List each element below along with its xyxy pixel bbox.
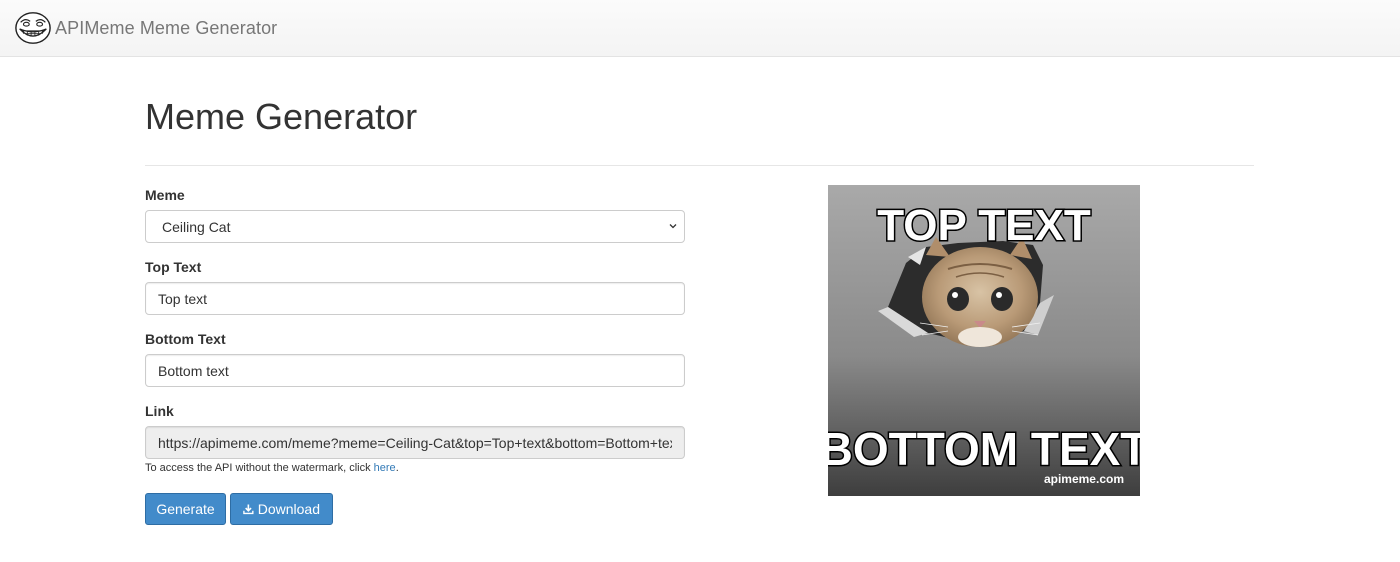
help-here-link[interactable]: here	[374, 462, 396, 474]
download-button[interactable]: Download	[230, 493, 333, 525]
navbar: APIMeme Meme Generator	[0, 0, 1400, 57]
top-text-input[interactable]	[145, 282, 685, 315]
meme-watermark: apimeme.com	[1044, 472, 1124, 486]
meme-top-caption: TOP TEXT	[877, 201, 1091, 250]
generate-button-label: Generate	[156, 501, 215, 517]
bottom-text-label: Bottom Text	[145, 331, 226, 347]
meme-label: Meme	[145, 187, 185, 203]
navbar-brand[interactable]: APIMeme Meme Generator	[14, 9, 277, 47]
help-text-prefix: To access the API without the watermark,…	[145, 462, 374, 474]
chevron-down-icon	[669, 224, 677, 229]
trollface-logo-icon	[15, 12, 51, 44]
top-text-label: Top Text	[145, 259, 202, 275]
link-field[interactable]	[145, 426, 685, 459]
meme-bottom-caption: BOTTOM TEXT	[828, 423, 1140, 475]
watermark-help-text: To access the API without the watermark,…	[145, 462, 399, 474]
download-button-label: Download	[257, 501, 320, 517]
page-title: Meme Generator	[145, 96, 418, 137]
meme-select[interactable]: Ceiling Cat	[145, 210, 685, 243]
meme-preview-image: TOP TEXT BOTTOM TEXT apimeme.com	[828, 185, 1140, 496]
download-icon	[243, 504, 254, 515]
link-label: Link	[145, 403, 174, 419]
header-divider	[145, 165, 1254, 166]
meme-select-value: Ceiling Cat	[162, 219, 231, 235]
generate-button[interactable]: Generate	[145, 493, 226, 525]
bottom-text-input[interactable]	[145, 354, 685, 387]
brand-text: APIMeme Meme Generator	[55, 17, 278, 38]
help-text-suffix: .	[395, 462, 399, 474]
